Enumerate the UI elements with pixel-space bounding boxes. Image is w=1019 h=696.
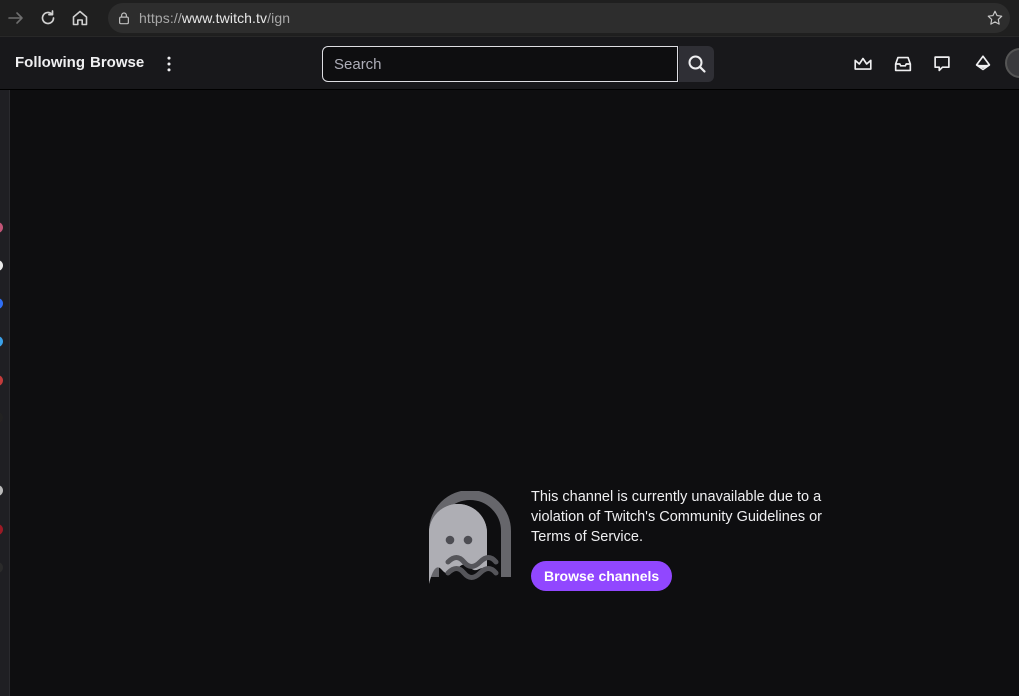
search-input[interactable] (323, 47, 677, 81)
channel-unavailable-message: This channel is currently unavailable du… (531, 489, 823, 545)
address-bar[interactable]: https://www.twitch.tv/ign (108, 3, 1010, 33)
arrow-right-icon (8, 12, 23, 24)
ghost-icon (429, 491, 511, 584)
reload-icon (41, 10, 55, 25)
collapsed-sidebar (0, 90, 10, 696)
url-path: /ign (267, 10, 291, 26)
search-field (322, 46, 678, 82)
home-button[interactable] (65, 3, 95, 33)
user-avatar[interactable] (1005, 48, 1019, 78)
sidebar-channel-avatar[interactable] (0, 485, 3, 496)
whispers-button[interactable] (930, 52, 954, 76)
sidebar-channel-avatar[interactable] (0, 222, 3, 233)
lock-icon[interactable] (116, 10, 132, 26)
search-button[interactable] (679, 46, 714, 82)
sidebar-channel-avatar[interactable] (0, 336, 3, 347)
url-host: www.twitch.tv (181, 10, 268, 26)
inbox-icon (894, 56, 912, 72)
more-options-button[interactable] (160, 53, 178, 75)
drops-inbox-button[interactable] (891, 52, 915, 76)
channel-main-content (10, 90, 1019, 696)
sidebar-channel-avatar[interactable] (0, 260, 3, 271)
twitch-top-nav: Following Browse (0, 37, 1019, 90)
sidebar-channel-avatar[interactable] (0, 375, 3, 386)
sidebar-channel-avatar[interactable] (0, 524, 3, 535)
sidebar-channel-avatar[interactable] (0, 298, 3, 309)
whispers-icon (934, 56, 950, 72)
following-link[interactable]: Following (15, 54, 85, 71)
bits-icon (975, 55, 991, 71)
sidebar-channel-avatar[interactable] (0, 412, 3, 423)
crown-icon (854, 57, 872, 70)
vertical-dots-icon (167, 56, 171, 72)
home-icon (72, 10, 88, 26)
prime-crown-button[interactable] (851, 52, 875, 76)
bits-button[interactable] (971, 52, 995, 76)
sidebar-channel-avatar[interactable] (0, 562, 3, 573)
reload-button[interactable] (33, 3, 63, 33)
browser-toolbar: https://www.twitch.tv/ign (0, 0, 1019, 37)
search-icon (688, 55, 706, 73)
url-scheme: https:// (139, 10, 182, 26)
browse-link[interactable]: Browse (90, 54, 144, 71)
back-button[interactable] (1, 3, 31, 33)
browse-channels-button[interactable]: Browse channels (531, 561, 673, 591)
bookmark-star-icon[interactable] (986, 9, 1004, 27)
url-text[interactable]: https://www.twitch.tv/ign (139, 10, 290, 26)
